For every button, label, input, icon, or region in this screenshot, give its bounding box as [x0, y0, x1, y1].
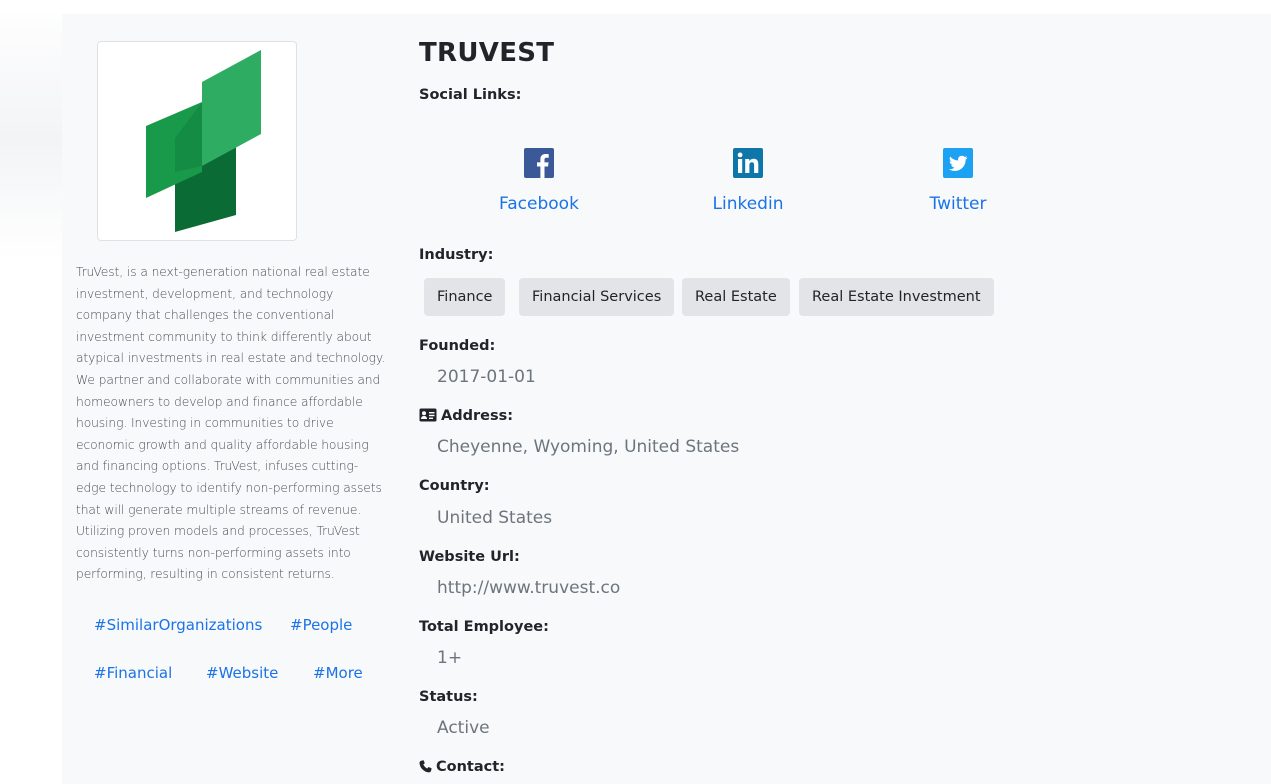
address-label-row: Address: [419, 408, 513, 424]
contact-label: Contact: [436, 759, 505, 775]
industry-badge-financial-services[interactable]: Financial Services [519, 278, 675, 316]
country-label: Country: [419, 478, 490, 494]
linkedin-label: Linkedin [712, 194, 784, 214]
facebook-label: Facebook [499, 194, 579, 214]
twitter-icon [943, 148, 973, 178]
industry-badge-real-estate[interactable]: Real Estate [682, 278, 790, 316]
tag-people[interactable]: #People [290, 616, 352, 634]
status-value: Active [437, 718, 490, 738]
tag-similar-organizations[interactable]: #SimilarOrganizations [94, 616, 262, 634]
founded-label: Founded: [419, 338, 496, 354]
tag-more[interactable]: #More [313, 664, 363, 682]
country-value: United States [437, 508, 553, 528]
founded-value: 2017-01-01 [437, 367, 536, 387]
address-value: Cheyenne, Wyoming, United States [437, 437, 740, 457]
website-label: Website Url: [419, 549, 520, 565]
facebook-icon [524, 148, 554, 178]
status-label: Status: [419, 689, 478, 705]
facebook-link[interactable]: Facebook [469, 148, 609, 214]
phone-icon [419, 760, 432, 773]
website-value[interactable]: http://www.truvest.co [437, 578, 620, 598]
industry-label: Industry: [419, 247, 494, 263]
linkedin-icon [733, 148, 763, 178]
company-name: TRUVEST [419, 38, 555, 68]
linkedin-link[interactable]: Linkedin [678, 148, 818, 214]
address-card-icon [419, 408, 437, 422]
twitter-label: Twitter [929, 194, 987, 214]
company-logo [97, 41, 297, 241]
tag-website[interactable]: #Website [206, 664, 278, 682]
twitter-link[interactable]: Twitter [888, 148, 1028, 214]
total-employee-label: Total Employee: [419, 619, 549, 635]
tag-financial[interactable]: #Financial [94, 664, 172, 682]
address-label: Address: [441, 408, 514, 424]
industry-badge-finance[interactable]: Finance [424, 278, 506, 316]
top-bar [0, 0, 1271, 14]
total-employee-value: 1+ [437, 648, 463, 668]
social-links-label: Social Links: [419, 87, 522, 103]
contact-label-row: Contact: [419, 759, 505, 775]
company-description: TruVest, is a next-generation national r… [76, 265, 386, 582]
industry-badge-real-estate-investment[interactable]: Real Estate Investment [799, 278, 994, 316]
